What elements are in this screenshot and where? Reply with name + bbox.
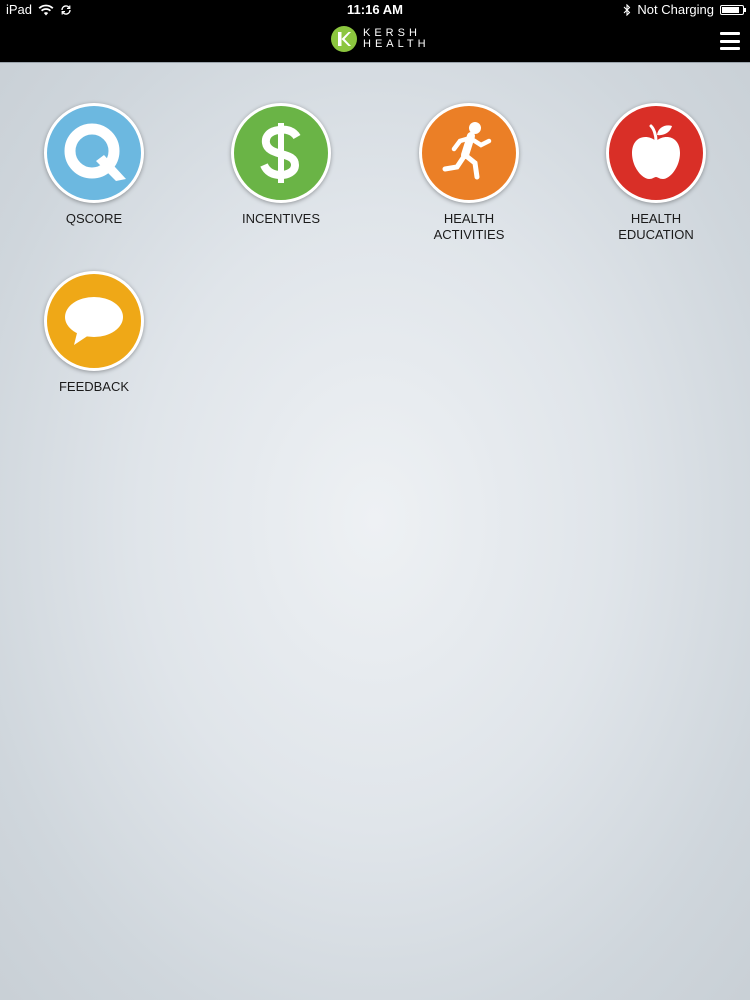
apple-icon[interactable]: [606, 103, 706, 203]
q-icon[interactable]: [44, 103, 144, 203]
logo-badge: [331, 26, 357, 52]
tile-feedback[interactable]: FEEDBACK: [29, 271, 159, 395]
tile-health-education[interactable]: HEALTH EDUCATION: [591, 103, 721, 243]
tile-label: QSCORE: [65, 211, 123, 226]
runner-icon[interactable]: [419, 103, 519, 203]
dollar-icon[interactable]: [231, 103, 331, 203]
status-bar: iPad 11:16 AM Not Charging: [0, 0, 750, 20]
charging-status: Not Charging: [637, 2, 714, 17]
menu-bar: [720, 39, 740, 43]
battery-level: [722, 6, 739, 13]
tile-qscore[interactable]: QSCORE: [29, 103, 159, 227]
bluetooth-icon: [624, 3, 631, 16]
status-bar-right: Not Charging: [623, 2, 746, 17]
tile-health-activities[interactable]: HEALTH ACTIVITIES: [404, 103, 534, 243]
tile-label: HEALTH EDUCATION: [618, 211, 694, 242]
logo-line-2: HEALTH: [363, 38, 430, 50]
app-header: KERSH HEALTH: [0, 20, 750, 63]
logo-k-icon: [338, 32, 351, 46]
battery-icon: [720, 4, 746, 15]
kersh-health-logo[interactable]: KERSH HEALTH: [331, 26, 430, 52]
tile-label: INCENTIVES: [241, 211, 320, 226]
menu-bar: [720, 32, 740, 35]
speech-bubble-icon[interactable]: [44, 271, 144, 371]
menu-bar: [720, 47, 740, 50]
hamburger-menu-icon[interactable]: [720, 32, 740, 50]
logo-wordmark: KERSH HEALTH: [363, 28, 430, 50]
tile-incentives[interactable]: INCENTIVES: [216, 103, 346, 227]
tile-label: HEALTH ACTIVITIES: [433, 211, 505, 242]
tile-label: FEEDBACK: [58, 379, 130, 394]
